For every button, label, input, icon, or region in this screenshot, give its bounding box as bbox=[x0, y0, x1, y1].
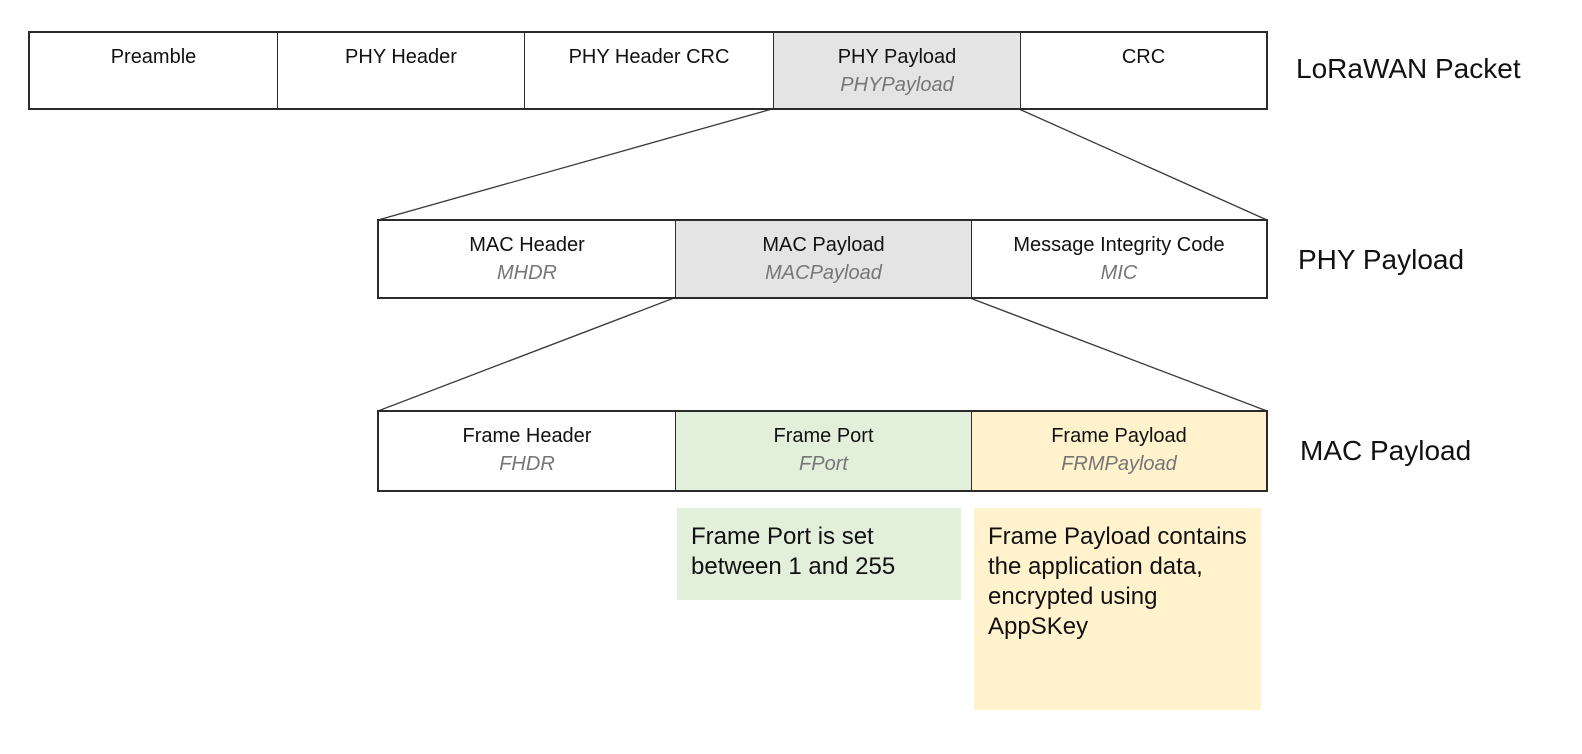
field-mac-payload: MAC Payload MACPayload bbox=[676, 221, 972, 297]
note-frame-payload: Frame Payload contains the application d… bbox=[974, 508, 1261, 710]
field-frame-port: Frame Port FPort bbox=[676, 412, 972, 490]
field-name: PHY Header CRC bbox=[568, 46, 730, 68]
phy-payload-row: MAC Header MHDR MAC Payload MACPayload M… bbox=[377, 219, 1268, 299]
field-phy-header: PHY Header bbox=[278, 33, 525, 108]
field-abbreviation: PHYPayload bbox=[840, 74, 954, 96]
field-abbreviation: FPort bbox=[799, 453, 848, 475]
field-message-integrity-code: Message Integrity Code MIC bbox=[972, 221, 1266, 297]
mac-payload-row: Frame Header FHDR Frame Port FPort Frame… bbox=[377, 410, 1268, 492]
field-abbreviation: MACPayload bbox=[765, 262, 882, 284]
field-phy-payload: PHY Payload PHYPayload bbox=[774, 33, 1021, 108]
connector-mac-payload-right bbox=[969, 297, 1268, 412]
field-name: Frame Payload bbox=[1051, 425, 1187, 447]
lorawan-packet-row: Preamble PHY Header PHY Header CRC PHY P… bbox=[28, 31, 1268, 110]
level-label-phy-payload: PHY Payload bbox=[1298, 244, 1465, 275]
field-frame-header: Frame Header FHDR bbox=[379, 412, 676, 490]
field-name: Frame Port bbox=[773, 425, 874, 447]
field-name: CRC bbox=[1121, 46, 1166, 68]
field-name: Message Integrity Code bbox=[1013, 234, 1225, 256]
field-mac-header: MAC Header MHDR bbox=[379, 221, 676, 297]
field-name: Preamble bbox=[110, 46, 197, 68]
field-preamble: Preamble bbox=[30, 33, 278, 108]
field-abbreviation: FHDR bbox=[499, 453, 555, 475]
field-abbreviation: FRMPayload bbox=[1061, 453, 1177, 475]
field-abbreviation: MIC bbox=[1100, 262, 1138, 284]
field-name: Frame Header bbox=[462, 425, 592, 447]
connector-phy-payload-right bbox=[1018, 108, 1268, 221]
field-name: PHY Header bbox=[345, 46, 457, 68]
connector-mac-payload-left bbox=[377, 297, 675, 412]
level-label-mac-payload: MAC Payload bbox=[1300, 435, 1472, 466]
field-name: MAC Payload bbox=[762, 234, 885, 256]
field-abbreviation: MHDR bbox=[497, 262, 557, 284]
field-name: PHY Payload bbox=[837, 46, 957, 68]
level-label-lorawan-packet: LoRaWAN Packet bbox=[1296, 53, 1521, 84]
field-name: MAC Header bbox=[469, 234, 585, 256]
field-crc: CRC bbox=[1021, 33, 1266, 108]
connector-phy-payload-left bbox=[377, 108, 773, 221]
note-frame-port: Frame Port is set between 1 and 255 bbox=[677, 508, 961, 600]
expansion-connectors bbox=[377, 108, 1268, 412]
field-phy-header-crc: PHY Header CRC bbox=[525, 33, 774, 108]
field-frame-payload: Frame Payload FRMPayload bbox=[972, 412, 1266, 490]
